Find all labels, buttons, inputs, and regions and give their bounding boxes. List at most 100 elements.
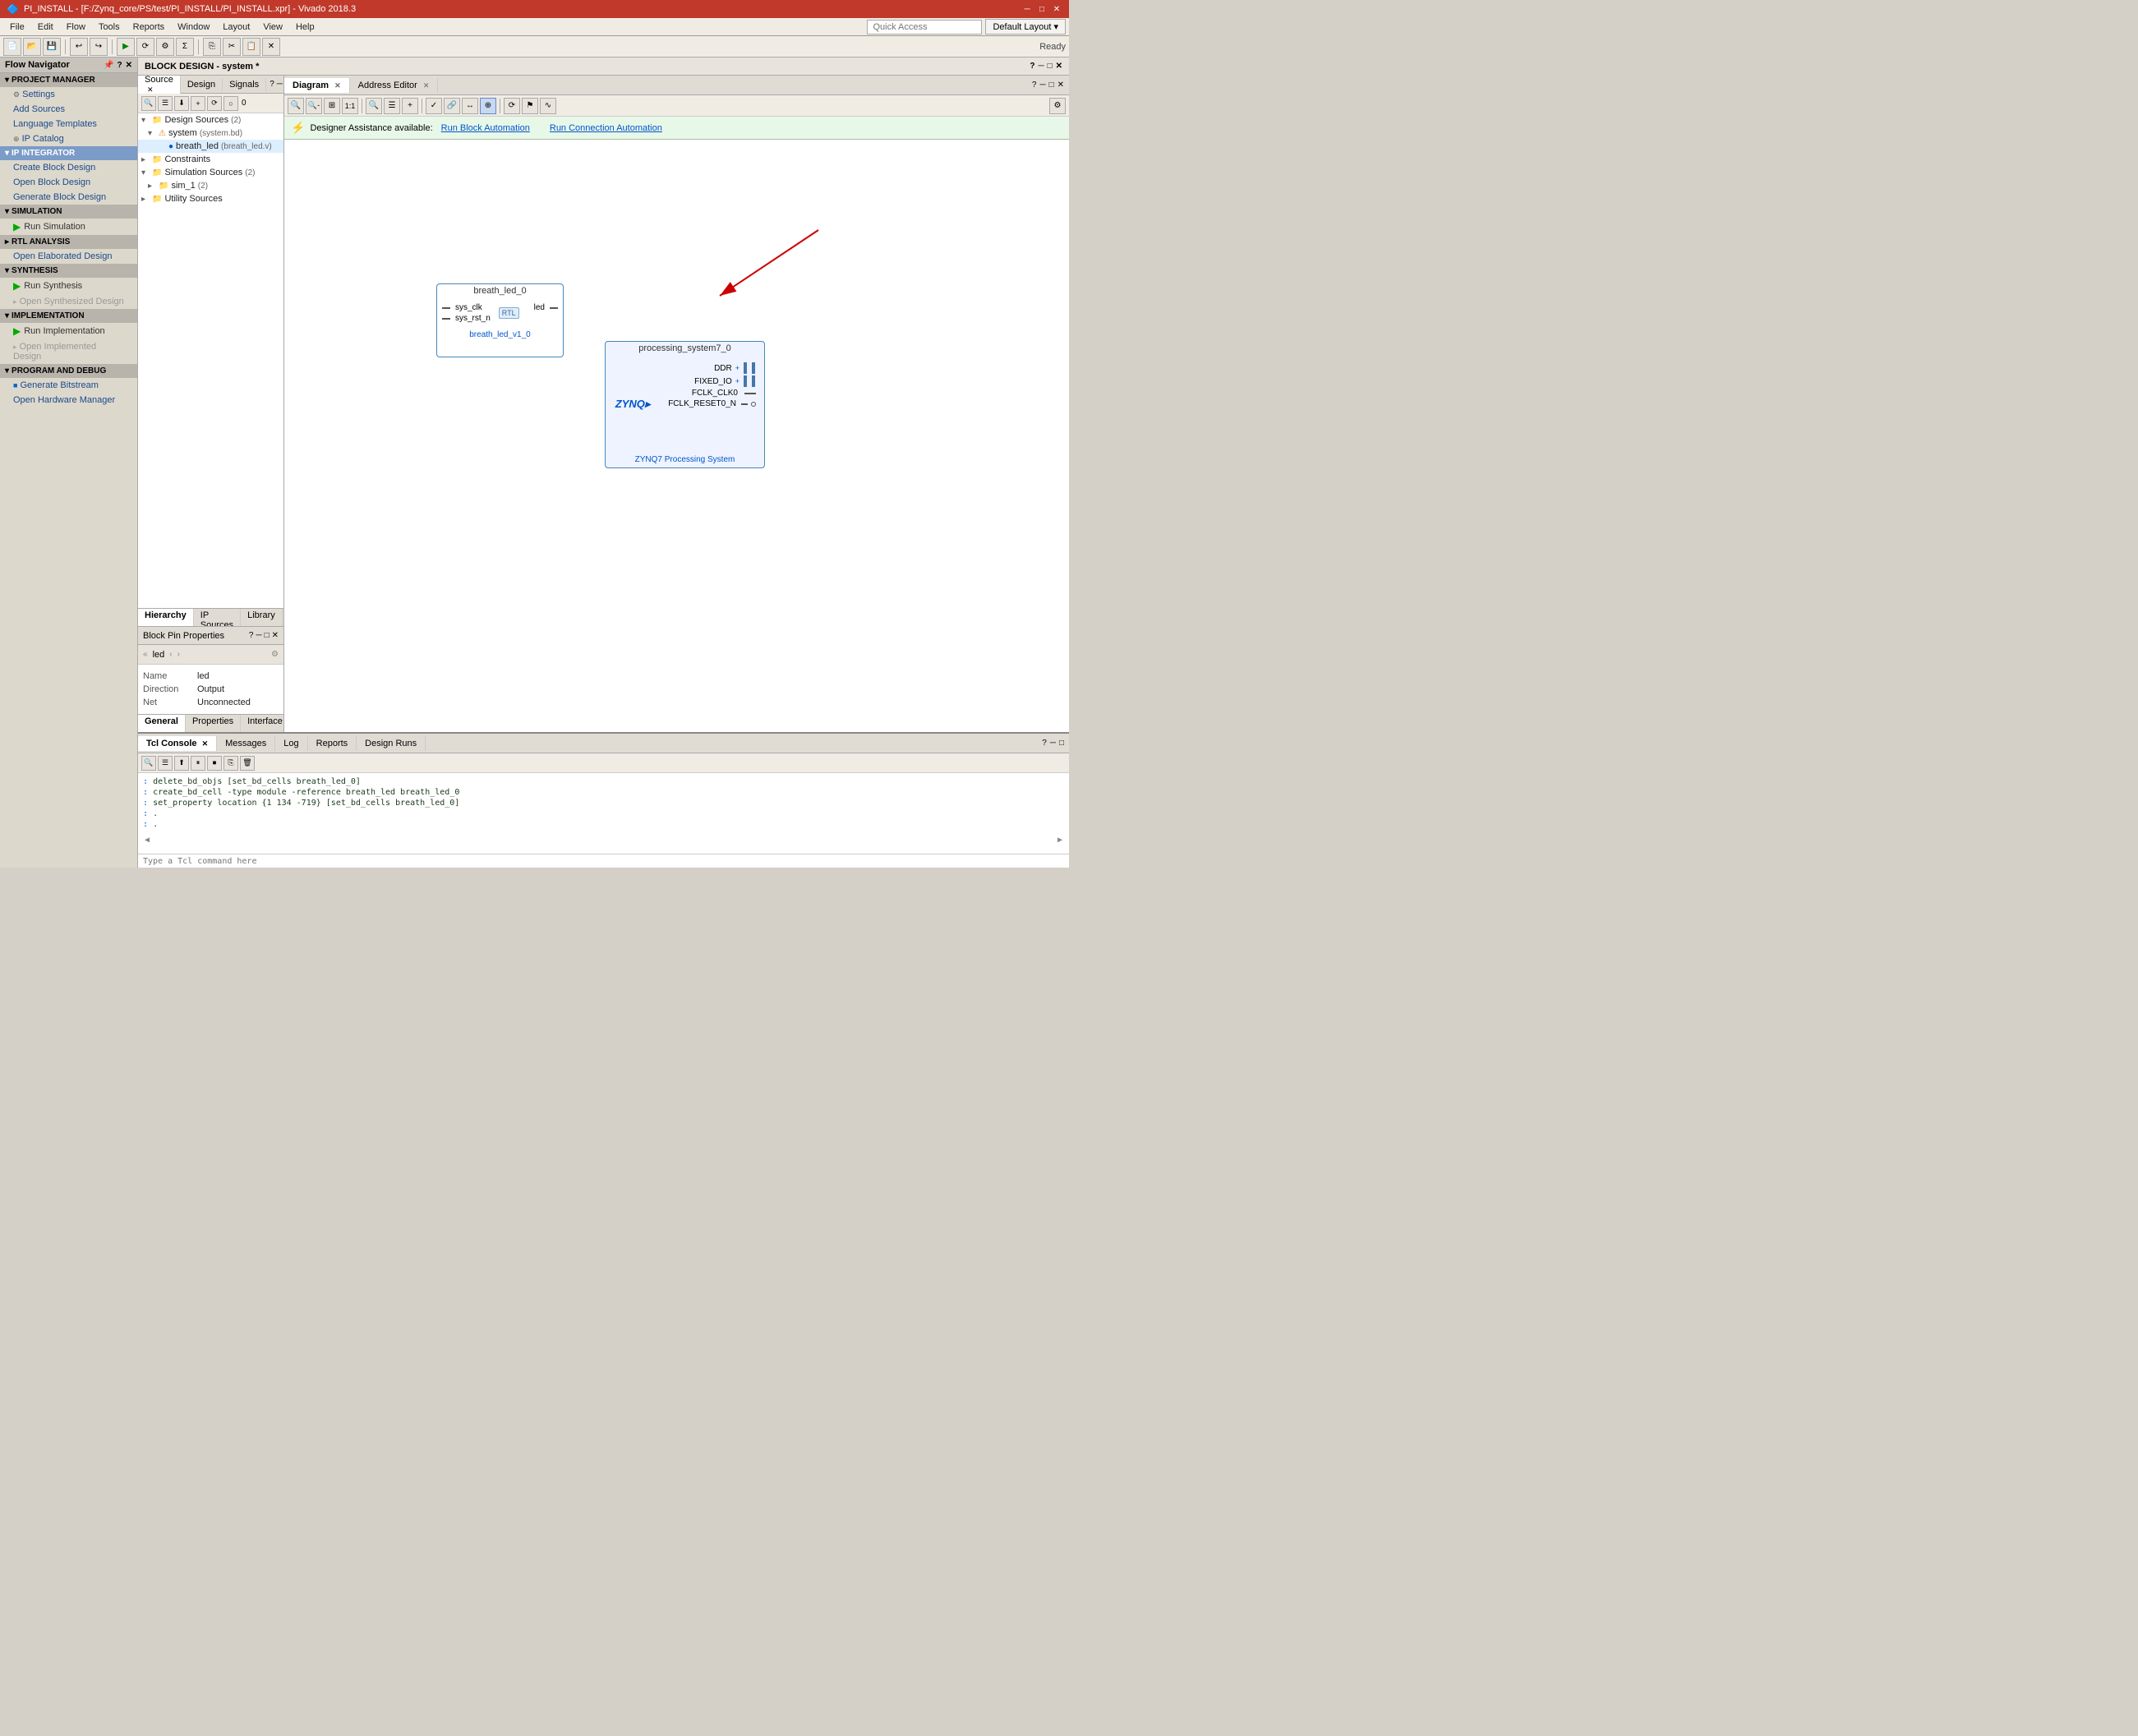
tcl-command-input[interactable] xyxy=(143,857,1064,866)
port-ddr[interactable]: DDR + xyxy=(665,361,759,375)
nav-open-hardware-manager[interactable]: Open Hardware Manager xyxy=(0,393,137,408)
tcl-console-close[interactable]: ✕ xyxy=(202,739,209,748)
route-btn[interactable]: ↔ xyxy=(462,98,478,114)
run-button[interactable]: ▶ xyxy=(117,38,135,56)
list-btn[interactable]: ☰ xyxy=(384,98,400,114)
nav-generate-block-design[interactable]: Generate Block Design xyxy=(0,190,137,205)
rtl-analysis-title[interactable]: ▸ RTL ANALYSIS xyxy=(0,235,137,249)
nav-language-templates[interactable]: Language Templates xyxy=(0,117,137,131)
tab-hierarchy[interactable]: Hierarchy xyxy=(138,609,194,626)
nav-settings[interactable]: ⚙ Settings xyxy=(0,87,137,102)
source-tab-close[interactable]: ✕ xyxy=(147,85,154,94)
tree-sim-sources[interactable]: ▾ 📁 Simulation Sources (2) xyxy=(138,166,283,179)
bpp-tab-interface[interactable]: Interface xyxy=(241,715,290,732)
zoom-fit-btn[interactable]: ⊞ xyxy=(324,98,340,114)
refresh-btn[interactable]: ⟳ xyxy=(504,98,520,114)
sigma-button[interactable]: Σ xyxy=(176,38,194,56)
menu-help[interactable]: Help xyxy=(289,21,321,34)
undo-button[interactable]: ↩ xyxy=(70,38,88,56)
tree-breath-led[interactable]: ● breath_led (breath_led.v) xyxy=(138,140,283,153)
tcl-clear-btn[interactable]: 🗑 xyxy=(240,756,255,771)
nav-run-synthesis[interactable]: ▶Run Synthesis xyxy=(0,278,137,294)
debug-btn[interactable]: ⚑ xyxy=(522,98,538,114)
flow-nav-help[interactable]: ? xyxy=(117,61,122,70)
tcl-tab-log[interactable]: Log xyxy=(275,736,307,751)
bd-minimize[interactable]: ─ xyxy=(1038,62,1044,71)
bpp-close[interactable]: ✕ xyxy=(272,631,279,640)
nav-create-block-design[interactable]: Create Block Design xyxy=(0,160,137,175)
port-fclk-clk0[interactable]: FCLK_CLK0 xyxy=(665,388,759,398)
zoom-in-btn[interactable]: 🔍 xyxy=(288,98,304,114)
tcl-copy-btn[interactable]: ⎘ xyxy=(223,756,238,771)
snap-btn[interactable]: ⊕ xyxy=(480,98,496,114)
tcl-help[interactable]: ? xyxy=(1042,739,1047,748)
minimize-button[interactable]: ─ xyxy=(1021,3,1033,15)
program-debug-title[interactable]: ▾ PROGRAM AND DEBUG xyxy=(0,364,137,378)
menu-reports[interactable]: Reports xyxy=(127,21,172,34)
bpp-tab-general[interactable]: General xyxy=(138,715,186,732)
menu-view[interactable]: View xyxy=(256,21,289,34)
tab-signals[interactable]: Signals xyxy=(223,78,266,91)
diagram-maximize[interactable]: □ xyxy=(1049,81,1054,90)
tab-design[interactable]: Design xyxy=(181,78,223,91)
refresh-button[interactable]: ⟳ xyxy=(136,38,154,56)
tab-source[interactable]: Source ✕ xyxy=(138,76,181,96)
search-btn[interactable]: 🔍 xyxy=(366,98,382,114)
tcl-list-btn[interactable]: ☰ xyxy=(158,756,173,771)
tcl-stop-btn[interactable]: ⏹ xyxy=(207,756,222,771)
nav-ip-catalog[interactable]: ⊕ IP Catalog xyxy=(0,131,137,146)
tcl-up-btn[interactable]: ⬆ xyxy=(174,756,189,771)
maximize-button[interactable]: □ xyxy=(1036,3,1048,15)
simulation-title[interactable]: ▾ SIMULATION xyxy=(0,205,137,219)
implementation-title[interactable]: ▾ IMPLEMENTATION xyxy=(0,309,137,323)
tcl-tab-console[interactable]: Tcl Console ✕ xyxy=(138,736,217,751)
diagram-tab-close[interactable]: ✕ xyxy=(334,81,341,90)
port-led[interactable]: led xyxy=(534,302,558,313)
nav-run-implementation[interactable]: ▶Run Implementation xyxy=(0,323,137,339)
tab-ip-sources[interactable]: IP Sources xyxy=(194,609,241,626)
src-add-btn[interactable]: + xyxy=(191,96,205,111)
wave-btn[interactable]: ∿ xyxy=(540,98,556,114)
diagram-minimize[interactable]: ─ xyxy=(1039,81,1045,90)
run-connection-automation-link[interactable]: Run Connection Automation xyxy=(550,123,662,133)
nav-open-implemented[interactable]: ▸ Open Implemented Design xyxy=(0,339,137,364)
bpp-help[interactable]: ? xyxy=(249,631,254,640)
menu-file[interactable]: File xyxy=(3,21,31,34)
tcl-tab-design-runs[interactable]: Design Runs xyxy=(357,736,426,751)
tcl-maximize[interactable]: □ xyxy=(1059,739,1064,748)
new-button[interactable]: 📄 xyxy=(3,38,21,56)
breath-led-block[interactable]: breath_led_0 sys_clk sys_rst_ xyxy=(436,283,564,357)
title-bar-controls[interactable]: ─ □ ✕ xyxy=(1021,3,1062,15)
src-expand-btn[interactable]: ⬇ xyxy=(174,96,189,111)
save-button[interactable]: 💾 xyxy=(43,38,61,56)
tree-sim1[interactable]: ▸ 📁 sim_1 (2) xyxy=(138,179,283,192)
sources-panel-minimize[interactable]: ─ xyxy=(277,80,283,89)
tcl-minimize[interactable]: ─ xyxy=(1050,739,1056,748)
settings-button[interactable]: ⚙ xyxy=(156,38,174,56)
tcl-scroll-right[interactable]: ▶ xyxy=(1057,836,1062,845)
settings-gear-btn[interactable]: ⚙ xyxy=(1049,98,1066,114)
zoom-100-btn[interactable]: 1:1 xyxy=(342,98,358,114)
tcl-search-btn[interactable]: 🔍 xyxy=(141,756,156,771)
tcl-pause-btn[interactable]: ⏸ xyxy=(191,756,205,771)
diagram-canvas[interactable]: breath_led_0 sys_clk sys_rst_ xyxy=(284,140,1069,732)
tree-system-bd[interactable]: ▾ ⚠ system (system.bd) xyxy=(138,127,283,140)
synthesis-title[interactable]: ▾ SYNTHESIS xyxy=(0,264,137,278)
diagram-close[interactable]: ✕ xyxy=(1057,81,1064,90)
menu-tools[interactable]: Tools xyxy=(92,21,127,34)
flow-nav-close[interactable]: ✕ xyxy=(126,61,132,70)
nav-generate-bitstream[interactable]: ■ Generate Bitstream xyxy=(0,378,137,393)
nav-open-synthesized[interactable]: ▸ Open Synthesized Design xyxy=(0,294,137,309)
tab-address-editor[interactable]: Address Editor ✕ xyxy=(350,78,439,93)
flow-nav-pin[interactable]: 📌 xyxy=(104,61,113,70)
src-status-btn[interactable]: ○ xyxy=(223,96,238,111)
bpp-tab-properties[interactable]: Properties xyxy=(186,715,241,732)
redo-button[interactable]: ↪ xyxy=(90,38,108,56)
sources-panel-question[interactable]: ? xyxy=(270,80,274,89)
tree-constraints[interactable]: ▸ 📁 Constraints xyxy=(138,153,283,166)
tcl-scroll-left[interactable]: ◀ xyxy=(145,836,150,845)
tree-utility-sources[interactable]: ▸ 📁 Utility Sources xyxy=(138,192,283,205)
src-search-btn[interactable]: 🔍 xyxy=(141,96,156,111)
tab-library[interactable]: Library xyxy=(241,609,283,626)
bd-help[interactable]: ? xyxy=(1030,62,1034,71)
